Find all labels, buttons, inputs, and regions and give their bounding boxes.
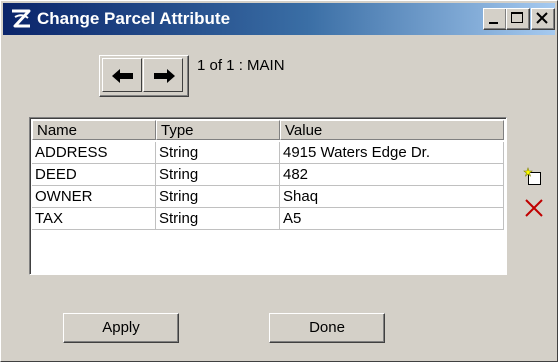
maximize-button[interactable] [506,8,530,30]
arrow-left-icon [112,69,133,83]
record-navigation [99,55,189,97]
record-position-label: 1 of 1 : MAIN [197,57,285,74]
minimize-button[interactable] [483,8,507,30]
app-logo-icon [12,9,31,28]
done-button[interactable]: Done [269,313,385,343]
list-rows: ADDRESS String 4915 Waters Edge Dr. DEED… [32,142,504,230]
cell-name: TAX [32,208,156,230]
title-bar[interactable]: Change Parcel Attribute [3,3,555,35]
cell-type: String [156,142,280,164]
next-record-button[interactable] [143,58,183,92]
table-row[interactable]: TAX String A5 [32,208,504,230]
cell-name: ADDRESS [32,142,156,164]
cell-value: 4915 Waters Edge Dr. [280,142,504,164]
close-icon [536,12,548,24]
cell-name: DEED [32,164,156,186]
arrow-right-icon [154,69,175,83]
list-header: Name Type Value [32,120,504,140]
dialog-window: Change Parcel Attribute 1 of 1 : MAIN Na… [0,0,558,362]
table-row[interactable]: ADDRESS String 4915 Waters Edge Dr. [32,142,504,164]
previous-record-button[interactable] [102,58,142,92]
cell-type: String [156,208,280,230]
maximize-icon [511,12,523,23]
delete-x-icon [525,199,543,217]
column-header-name[interactable]: Name [32,120,156,140]
add-attribute-button[interactable] [523,165,545,187]
minimize-icon [489,22,498,24]
cell-name: OWNER [32,186,156,208]
cell-value: Shaq [280,186,504,208]
table-row[interactable]: DEED String 482 [32,164,504,186]
cell-type: String [156,186,280,208]
close-button[interactable] [531,8,555,30]
delete-attribute-button[interactable] [523,197,545,219]
column-header-value[interactable]: Value [280,120,504,140]
cell-type: String [156,164,280,186]
add-attribute-icon [523,167,541,185]
cell-value: 482 [280,164,504,186]
table-row[interactable]: OWNER String Shaq [32,186,504,208]
apply-button[interactable]: Apply [63,313,179,343]
window-title: Change Parcel Attribute [37,9,231,28]
column-header-type[interactable]: Type [156,120,280,140]
cell-value: A5 [280,208,504,230]
attribute-list[interactable]: Name Type Value ADDRESS String 4915 Wate… [29,117,507,275]
